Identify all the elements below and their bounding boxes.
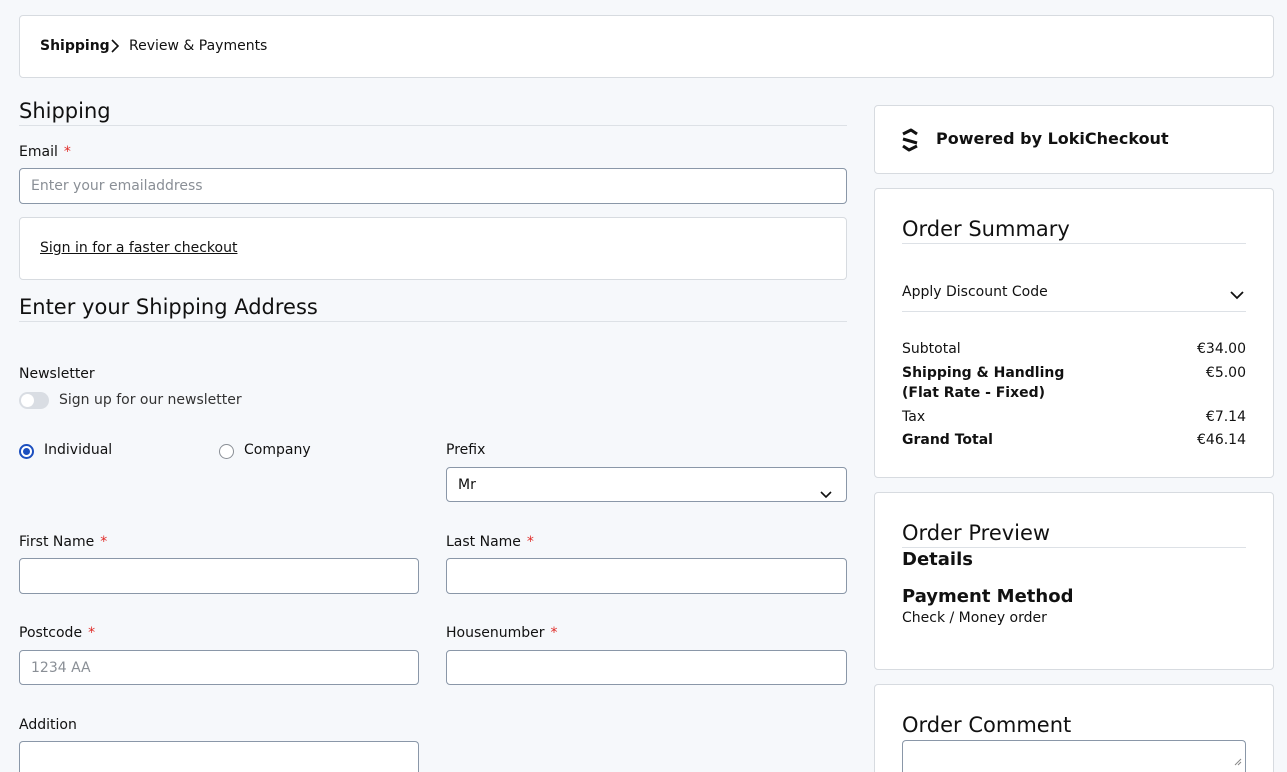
radio-individual-label[interactable]: Individual	[44, 442, 112, 458]
chevron-down-icon	[1230, 285, 1244, 304]
summary-label: Grand Total	[902, 432, 993, 448]
address-heading: Enter your Shipping Address	[19, 295, 318, 319]
breadcrumb-step-review[interactable]: Review & Payments	[129, 38, 267, 54]
prefix-value: Mr	[458, 477, 476, 493]
summary-row-shipping: Shipping & Handling (Flat Rate - Fixed) …	[902, 363, 1246, 403]
payment-method-value: Check / Money order	[902, 610, 1047, 626]
breadcrumb: Shipping Review & Payments	[19, 15, 1274, 78]
summary-value: €34.00	[1197, 341, 1246, 357]
required-mark: *	[100, 534, 108, 550]
details-heading: Details	[902, 549, 973, 570]
summary-row-grand-total: Grand Total €46.14	[902, 430, 1246, 450]
postcode-label: Postcode *	[19, 625, 96, 641]
prefix-label: Prefix	[446, 442, 486, 458]
addition-input[interactable]	[19, 741, 419, 772]
summary-label: Shipping & Handling (Flat Rate - Fixed)	[902, 365, 1065, 401]
breadcrumb-step-shipping[interactable]: Shipping	[40, 38, 110, 54]
powered-by-card: Powered by LokiCheckout	[874, 105, 1274, 174]
powered-by-text: Powered by LokiCheckout	[936, 129, 1169, 148]
order-comment-textarea[interactable]	[902, 740, 1246, 772]
divider	[902, 243, 1246, 244]
divider	[902, 311, 1246, 312]
summary-value: €46.14	[1197, 432, 1246, 448]
signin-link[interactable]: Sign in for a faster checkout	[40, 240, 237, 256]
summary-value: €5.00	[1205, 365, 1246, 381]
discount-code-toggle[interactable]: Apply Discount Code	[902, 281, 1246, 303]
firstname-input[interactable]	[19, 558, 419, 594]
divider	[902, 547, 1246, 548]
summary-row-subtotal: Subtotal €34.00	[902, 339, 1246, 359]
summary-label: Subtotal	[902, 341, 961, 357]
order-comment-heading: Order Comment	[902, 713, 1072, 737]
firstname-label: First Name *	[19, 534, 108, 550]
summary-value: €7.14	[1205, 409, 1246, 425]
summary-row-tax: Tax €7.14	[902, 407, 1246, 427]
lastname-label: Last Name *	[446, 534, 534, 550]
radio-company-label[interactable]: Company	[244, 442, 311, 458]
discount-code-label: Apply Discount Code	[902, 284, 1048, 300]
required-mark: *	[526, 534, 534, 550]
shipping-heading: Shipping	[19, 99, 111, 123]
postcode-input[interactable]: 1234 AA	[19, 650, 419, 685]
lokicheckout-logo-icon	[900, 128, 920, 156]
divider	[19, 321, 847, 322]
newsletter-toggle[interactable]	[19, 392, 49, 409]
signin-box: Sign in for a faster checkout	[19, 217, 847, 280]
radio-company[interactable]	[219, 444, 234, 459]
divider	[19, 125, 847, 126]
chevron-down-icon	[820, 479, 832, 513]
chevron-right-icon	[110, 38, 120, 57]
order-summary-heading: Order Summary	[902, 217, 1070, 241]
required-mark: *	[63, 144, 71, 160]
newsletter-toggle-label[interactable]: Sign up for our newsletter	[59, 392, 242, 408]
order-preview-card	[874, 492, 1274, 670]
addition-label: Addition	[19, 717, 77, 733]
payment-method-heading: Payment Method	[902, 586, 1074, 607]
lastname-input[interactable]	[446, 558, 847, 594]
required-mark: *	[88, 625, 96, 641]
email-label: Email *	[19, 144, 71, 160]
summary-label: Tax	[902, 409, 926, 425]
required-mark: *	[550, 625, 558, 641]
radio-individual[interactable]	[19, 444, 34, 459]
housenumber-label: Housenumber *	[446, 625, 558, 641]
resize-handle-icon[interactable]	[1234, 751, 1242, 770]
prefix-select[interactable]: Mr	[446, 467, 847, 502]
housenumber-input[interactable]	[446, 650, 847, 685]
order-preview-heading: Order Preview	[902, 521, 1051, 545]
email-input[interactable]: Enter your emailaddress	[19, 168, 847, 204]
newsletter-label: Newsletter	[19, 366, 95, 382]
